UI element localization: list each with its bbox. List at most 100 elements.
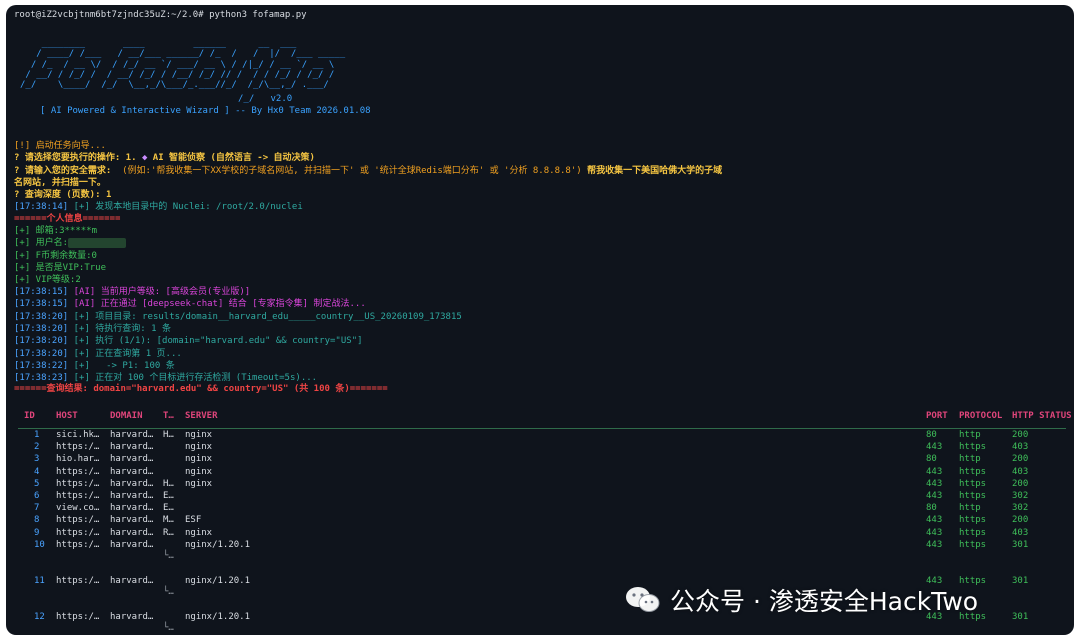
shell-prompt: root@iZ2vcbjtnm6bt7zjndc35uZ:~/2.0# pyth… xyxy=(14,10,307,20)
banner-subtitle: [ AI Powered & Interactive Wizard ] -- B… xyxy=(40,106,371,116)
result-header: ======查询结果: domain="harvard.edu" && coun… xyxy=(14,384,388,394)
cell-status: 302 xyxy=(1012,503,1029,514)
cell-title: H… xyxy=(163,430,174,440)
cell-protocol: http xyxy=(959,430,981,440)
cell-protocol: https xyxy=(959,539,987,550)
cell-status: 301 xyxy=(1012,611,1029,622)
log-message: [+] 待执行查询: 1 条 xyxy=(68,323,171,334)
cell-status: 302 xyxy=(1012,491,1029,501)
cell-domain: harvard… xyxy=(110,527,154,538)
log-message: [AI] 当前用户等级: [高级会员(专业版)] xyxy=(68,287,251,297)
cell-port: 443 xyxy=(926,527,943,538)
ascii-banner: ________ ____ ______ __ ___ / ____/ /___… xyxy=(20,39,346,91)
wizard-start: [!] 启动任务向导... xyxy=(14,141,106,151)
table-row[interactable]: 2 https:/… harvard… nginx 443 https 403 xyxy=(6,442,1074,454)
wechat-icon xyxy=(624,585,662,615)
wizard-q2-answer-b: 名网站, 并扫描一下。 xyxy=(14,178,106,188)
log-message: [AI] 正在通过 [deepseek-chat] 结合 [专家指令集] 制定战… xyxy=(68,299,366,310)
row-continuation: └… xyxy=(6,551,1074,563)
table-row[interactable]: 1 sici.hk… harvard… H… nginx 80 http 200 xyxy=(6,430,1074,442)
cell-server: nginx xyxy=(185,442,213,453)
cell-host: https:/… xyxy=(56,515,100,526)
cell-host: https:/… xyxy=(56,527,100,538)
wizard-q1-label: ? 请选择您要执行的操作: 1. xyxy=(14,153,142,163)
col-id: ID xyxy=(24,411,35,421)
log-line: [17:38:15] [AI] 正在通过 [deepseek-chat] 结合 … xyxy=(14,298,366,310)
cell-server: ESF xyxy=(185,515,202,526)
table-header: ID HOST DOMAIN T… SERVER PORT PROTOCOL H… xyxy=(6,411,1074,423)
cell-server: nginx/1.20.1 xyxy=(185,575,251,586)
cell-host: https:/… xyxy=(56,478,100,489)
cell-port: 443 xyxy=(926,466,943,477)
log-time: [17:38:20] xyxy=(14,336,69,347)
cell-title: R… xyxy=(163,527,174,538)
col-server: SERVER xyxy=(185,411,218,421)
cell-host: https:/… xyxy=(56,539,100,550)
cell-domain: harvard… xyxy=(110,491,154,501)
cell-server: nginx xyxy=(185,430,213,440)
info-username-label: [+] 用户名: xyxy=(14,238,69,248)
cell-title: H… xyxy=(163,478,174,489)
cell-server: nginx xyxy=(185,466,213,477)
table-row[interactable]: 7 view.co… harvard… E… 80 http 302 xyxy=(6,503,1074,515)
table-row[interactable]: 3 hio.har… harvard… nginx 80 http 200 xyxy=(6,454,1074,466)
log-time: [17:38:15] xyxy=(14,299,69,310)
cell-status: 403 xyxy=(1012,466,1029,477)
cell-protocol: https xyxy=(959,478,987,489)
info-email: [+] 邮箱:3*****m xyxy=(14,226,98,236)
cell-port: 443 xyxy=(926,539,943,550)
cell-protocol: https xyxy=(959,527,987,538)
log-time: [17:38:15] xyxy=(14,287,69,297)
cell-host: https:/… xyxy=(56,466,100,477)
cell-port: 443 xyxy=(926,442,943,453)
cell-domain: harvard… xyxy=(110,478,154,489)
col-protocol: PROTOCOL xyxy=(959,411,1003,421)
table-row[interactable]: 5 https:/… harvard… H… nginx 443 https 200 xyxy=(6,479,1074,491)
cell-id: 5 xyxy=(34,478,40,489)
cell-host: https:/… xyxy=(56,611,100,622)
continuation-marker: └… xyxy=(163,622,174,633)
cell-protocol: http xyxy=(959,503,981,514)
cell-port: 443 xyxy=(926,515,943,526)
table-row[interactable]: 9 https:/… harvard… R… nginx 443 https 403 xyxy=(6,528,1074,540)
wizard-q3: ? 查询深度 (页数): 1 xyxy=(14,189,111,201)
table-row[interactable]: 4 https:/… harvard… nginx 443 https 403 xyxy=(6,467,1074,479)
terminal-window[interactable]: root@iZ2vcbjtnm6bt7zjndc35uZ:~/2.0# pyth… xyxy=(6,5,1074,635)
cell-protocol: http xyxy=(959,454,981,465)
cell-id: 12 xyxy=(34,611,45,622)
log-nuclei: [17:38:14] [+] 发现本地目录中的 Nuclei: /root/2.… xyxy=(14,201,303,213)
cell-title: E… xyxy=(163,491,174,501)
info-vip: [+] 是否是VIP:True xyxy=(14,263,107,273)
wizard-q3-label: ? 查询深度 (页数): xyxy=(14,190,106,200)
col-host: HOST xyxy=(56,411,78,421)
cell-host: https:/… xyxy=(56,575,100,586)
wizard-q2: ? 请输入您的安全需求: (例如:'帮我收集一下XX学校的子域名网站, 并扫描一… xyxy=(14,165,722,177)
cell-status: 301 xyxy=(1012,575,1029,586)
cell-host: https:/… xyxy=(56,442,100,453)
cell-protocol: https xyxy=(959,515,987,526)
cell-status: 403 xyxy=(1012,527,1029,538)
log-message: [+] 正在查询第 1 页... xyxy=(68,348,182,359)
cell-status: 200 xyxy=(1012,430,1029,440)
cell-port: 443 xyxy=(926,491,943,501)
info-fcoin: [+] F币剩余数量:0 xyxy=(14,251,97,261)
info-header: ======个人信息======= xyxy=(14,214,121,224)
cell-id: 4 xyxy=(34,466,40,477)
info-vip-level: [+] VIP等级:2 xyxy=(14,275,81,285)
table-row[interactable]: 8 https:/… harvard… M… ESF 443 https 200 xyxy=(6,515,1074,527)
cell-status: 403 xyxy=(1012,442,1029,453)
log-message: [+] 正在对 100 个目标进行存活检测 (Timeout=5s)... xyxy=(68,373,318,384)
cell-port: 80 xyxy=(926,454,937,465)
cell-domain: harvard… xyxy=(110,466,154,477)
watermark-text: 公众号 · 渗透安全HackTwo xyxy=(670,587,979,616)
cell-host: hio.har… xyxy=(56,454,100,465)
log-message: [+] 发现本地目录中的 Nuclei: /root/2.0/nuclei xyxy=(68,202,303,212)
table-row[interactable]: 6 https:/… harvard… E… 443 https 302 xyxy=(6,491,1074,503)
log-message: [+] -> P1: 100 条 xyxy=(68,360,175,371)
log-time: [17:38:20] xyxy=(14,348,69,359)
cell-domain: harvard… xyxy=(110,503,154,514)
table-divider xyxy=(18,428,1066,429)
cell-domain: harvard… xyxy=(110,575,154,586)
log-time: [17:38:23] xyxy=(14,373,69,384)
cell-port: 443 xyxy=(926,478,943,489)
